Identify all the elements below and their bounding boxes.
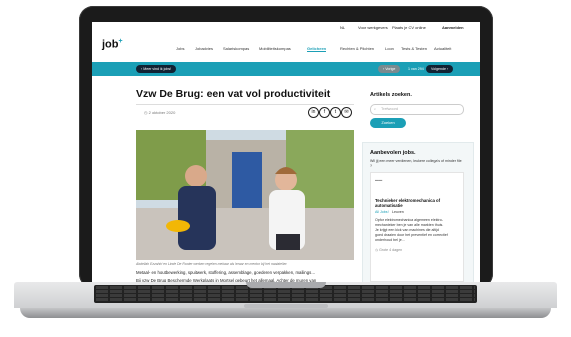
language-switch[interactable]: NL xyxy=(340,25,345,30)
facebook-icon[interactable]: f xyxy=(319,107,330,118)
article-title: Vzw De Brug: een vat vol productiviteit xyxy=(136,88,331,100)
site-logo[interactable]: job+ xyxy=(102,38,123,51)
job-description-line: goed draaien door het preventief en corr… xyxy=(375,233,448,237)
jobs-heading: Aanbevolen jobs. xyxy=(370,150,416,156)
jobs-intro: Wil jij een meer verdienen, leukere coll… xyxy=(370,159,462,168)
company-logo: ▬▬ xyxy=(375,178,383,182)
laptop-front-edge xyxy=(20,308,551,318)
article-counter: 1 van 294 xyxy=(408,67,424,71)
next-button[interactable]: Volgende › xyxy=(426,65,454,73)
job-description-line: onderhoud bel je… xyxy=(375,238,406,242)
nav-item-mobiliteitskompas[interactable]: Mobiliteitskompas xyxy=(259,46,291,51)
top-utility-bar: NL Voor werkgevers Plaats je CV online A… xyxy=(92,22,480,32)
employer-link[interactable]: Voor werkgevers xyxy=(358,25,388,30)
job-description-line: mechanieker ben je van alle markten thui… xyxy=(375,223,444,227)
search-icon: ⌕ xyxy=(374,107,377,111)
job-description-line: Opfor elektromechanica algemeen elektro- xyxy=(375,218,443,222)
cv-link[interactable]: Plaats je CV online xyxy=(392,25,426,30)
title-divider xyxy=(136,104,354,105)
nav-item-rechten[interactable]: Rechten & Plichten xyxy=(340,46,374,51)
article-nav-band: ‹ Meer vind ik jobs! ‹ Vorige 1 van 294 … xyxy=(92,62,480,76)
job-card[interactable] xyxy=(370,172,464,282)
photo-caption: Abdellah Ezzahiri en Linde De Rooter wer… xyxy=(136,262,288,266)
search-heading: Artikels zoeken. xyxy=(370,92,412,98)
twitter-icon[interactable]: t xyxy=(330,107,341,118)
nav-item-loon[interactable]: Loon xyxy=(385,46,394,51)
nav-item-active[interactable]: Gelicheen xyxy=(307,46,327,52)
search-input[interactable]: ⌕ Trefwoord xyxy=(370,104,464,115)
login-link[interactable]: Aanmelden xyxy=(442,25,464,30)
job-description-line: Je krijgt een kick van machines die alti… xyxy=(375,228,439,232)
previous-button[interactable]: ‹ Vorige xyxy=(378,65,401,73)
job-title[interactable]: Technieker elektromechanica of automatis… xyxy=(375,198,459,208)
job-location: Leuven xyxy=(392,210,404,214)
linkedin-icon[interactable]: in xyxy=(308,107,319,118)
article-photo xyxy=(136,130,354,260)
nav-item-jobs[interactable]: Jobs xyxy=(176,46,184,51)
nav-item-jobadvies[interactable]: Jobadvies xyxy=(195,46,213,51)
search-button[interactable]: Zoeken xyxy=(370,118,406,128)
article-photo-illustration xyxy=(136,130,354,260)
nav-item-actualiteit[interactable]: Actualiteit xyxy=(434,46,451,51)
back-button[interactable]: ‹ Meer vind ik jobs! xyxy=(136,65,177,73)
lid-notch xyxy=(246,282,326,288)
article-body-line: Metaal- en houtbewerking, spuitwerk, sto… xyxy=(136,270,316,275)
job-company[interactable]: All Jobs! xyxy=(375,210,389,214)
nav-item-salariskompas[interactable]: Salariskompas xyxy=(223,46,249,51)
browser-screen: NL Voor werkgevers Plaats je CV online A… xyxy=(92,22,480,284)
job-age: ◷ Grote 4 dagen xyxy=(375,248,403,252)
nav-item-tests[interactable]: Tests & Testen xyxy=(401,46,427,51)
article-date: ◷ 2 oktober 2020 xyxy=(144,110,176,115)
mail-icon[interactable]: ✉ xyxy=(341,107,352,118)
laptop-base xyxy=(14,282,557,322)
